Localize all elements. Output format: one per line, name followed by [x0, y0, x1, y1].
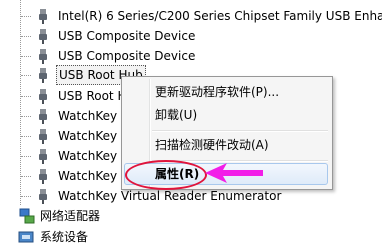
tree-item-label: WatchKey [58, 129, 118, 143]
menu-separator [152, 130, 328, 132]
tree-item-usb-composite-1[interactable]: USB Composite Device [0, 26, 382, 46]
pointer-arrow-icon [205, 163, 263, 183]
usb-plug-icon [39, 129, 47, 144]
tree-item-usb-enhanced-host[interactable]: Intel(R) 6 Series/C200 Series Chipset Fa… [0, 6, 382, 26]
menu-item-uninstall[interactable]: 卸载(U) [124, 104, 328, 126]
network-adapter-icon [19, 208, 35, 224]
tree-category-network-adapters[interactable]: 网络适配器 [0, 206, 382, 226]
usb-plug-icon [39, 9, 47, 24]
menu-item-label: 更新驱动程序软件(P)... [155, 85, 280, 99]
tree-item-label: WatchKey [58, 169, 118, 183]
tree-category-system-devices[interactable]: 系统设备 [0, 227, 382, 247]
tree-category-label: 系统设备 [40, 230, 89, 244]
tree-item-label: Intel(R) 6 Series/C200 Series Chipset Fa… [58, 9, 382, 23]
usb-plug-icon [39, 89, 47, 104]
usb-plug-icon [39, 169, 47, 184]
tree-item-label: WatchKey [58, 149, 118, 163]
usb-plug-icon [39, 29, 47, 44]
usb-plug-icon [39, 189, 47, 204]
tree-item-label: USB Composite Device [58, 49, 196, 63]
annotation-ellipse [125, 160, 207, 190]
menu-item-update-driver[interactable]: 更新驱动程序软件(P)... [124, 81, 328, 103]
system-devices-icon [18, 231, 34, 243]
menu-item-label: 扫描检测硬件改动(A) [155, 138, 269, 152]
tree-item-label: WatchKey [58, 109, 118, 123]
tree-category-label: 网络适配器 [40, 209, 101, 223]
usb-plug-icon [39, 68, 47, 83]
tree-item-usb-composite-2[interactable]: USB Composite Device [0, 46, 382, 66]
menu-item-label: 卸载(U) [155, 108, 198, 122]
menu-item-scan-hardware[interactable]: 扫描检测硬件改动(A) [124, 134, 328, 156]
usb-plug-icon [39, 109, 47, 124]
usb-plug-icon [39, 149, 47, 164]
tree-item-label: USB Composite Device [58, 29, 196, 43]
usb-plug-icon [39, 49, 47, 64]
